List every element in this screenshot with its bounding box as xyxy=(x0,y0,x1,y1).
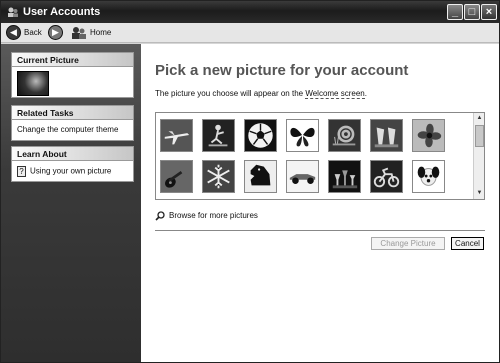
description: The picture you choose will appear on th… xyxy=(155,89,367,99)
butterfly-icon xyxy=(287,120,318,151)
current-picture-panel: Current Picture xyxy=(11,52,134,98)
picture-skateboarder[interactable] xyxy=(202,119,235,152)
picture-chess[interactable] xyxy=(328,160,361,193)
welcome-screen-link[interactable]: Welcome screen xyxy=(305,89,365,99)
picture-snail[interactable] xyxy=(328,119,361,152)
page-title: Pick a new picture for your account xyxy=(155,62,409,79)
horse-icon xyxy=(245,161,276,192)
picture-beach-chairs[interactable] xyxy=(370,119,403,152)
browse-more-pictures-link[interactable]: Browse for more pictures xyxy=(155,211,258,221)
navigation-toolbar: ◀ Back ▶ Home xyxy=(1,23,499,43)
related-tasks-title: Related Tasks xyxy=(12,106,133,120)
change-theme-link[interactable]: Change the computer theme xyxy=(17,124,128,135)
picture-flower[interactable] xyxy=(412,119,445,152)
current-picture-title: Current Picture xyxy=(12,53,133,67)
home-button[interactable]: Home xyxy=(90,28,111,37)
current-picture-avatar xyxy=(17,71,49,96)
using-own-picture-label: Using your own picture xyxy=(30,166,112,176)
scroll-thumb[interactable] xyxy=(475,125,484,147)
maximize-button[interactable]: □ xyxy=(464,4,480,20)
scroll-up-icon[interactable]: ▲ xyxy=(475,114,484,123)
flower-icon xyxy=(413,120,444,151)
description-text: The picture you choose will appear on th… xyxy=(155,89,306,98)
picture-race-car[interactable] xyxy=(286,160,319,193)
soccer-ball-icon xyxy=(245,120,276,151)
race-car-icon xyxy=(287,161,318,192)
chess-icon xyxy=(329,161,360,192)
picture-dog[interactable] xyxy=(412,160,445,193)
window-title: User Accounts xyxy=(23,6,101,18)
picture-soccer-ball[interactable] xyxy=(244,119,277,152)
scroll-down-icon[interactable]: ▼ xyxy=(475,189,484,198)
picture-guitar[interactable] xyxy=(160,160,193,193)
user-accounts-icon xyxy=(8,7,18,17)
magnifier-icon xyxy=(155,211,165,221)
close-button[interactable]: × xyxy=(481,4,497,20)
cancel-button[interactable]: Cancel xyxy=(451,237,484,250)
title-bar[interactable]: User Accounts _ □ × xyxy=(1,1,499,23)
picture-airplane[interactable] xyxy=(160,119,193,152)
airplane-icon xyxy=(161,120,192,151)
picture-snowflake[interactable] xyxy=(202,160,235,193)
picture-dirt-bike[interactable] xyxy=(370,160,403,193)
user-accounts-window: User Accounts _ □ × ◀ Back ▶ Home Curren… xyxy=(0,0,500,363)
picture-butterfly[interactable] xyxy=(286,119,319,152)
back-arrow-icon[interactable]: ◀ xyxy=(6,25,21,40)
snowflake-icon xyxy=(203,161,234,192)
description-end: . xyxy=(364,89,367,98)
dog-icon xyxy=(413,161,444,192)
back-button[interactable]: Back xyxy=(24,28,42,37)
learn-about-panel: Learn About ? Using your own picture xyxy=(11,146,134,182)
help-icon: ? xyxy=(17,166,26,177)
guitar-icon xyxy=(161,161,192,192)
home-users-icon[interactable] xyxy=(71,26,87,40)
related-tasks-panel: Related Tasks Change the computer theme xyxy=(11,105,134,141)
snail-icon xyxy=(329,120,360,151)
using-own-picture-link[interactable]: ? Using your own picture xyxy=(17,165,128,178)
browse-more-pictures-label: Browse for more pictures xyxy=(169,211,258,221)
learn-about-title: Learn About xyxy=(12,147,133,161)
beach-chairs-icon xyxy=(371,120,402,151)
picture-list-scrollbar[interactable]: ▲ ▼ xyxy=(473,113,484,199)
divider xyxy=(155,230,485,231)
minimize-button[interactable]: _ xyxy=(447,4,463,20)
main-content: Pick a new picture for your account The … xyxy=(141,44,499,362)
dirt-bike-icon xyxy=(371,161,402,192)
skateboarder-icon xyxy=(203,120,234,151)
forward-arrow-icon[interactable]: ▶ xyxy=(48,25,63,40)
picture-list[interactable]: ▲ ▼ xyxy=(155,112,485,200)
sidebar: Current Picture Related Tasks Change the… xyxy=(1,44,141,362)
picture-horse[interactable] xyxy=(244,160,277,193)
change-picture-button[interactable]: Change Picture xyxy=(371,237,445,250)
